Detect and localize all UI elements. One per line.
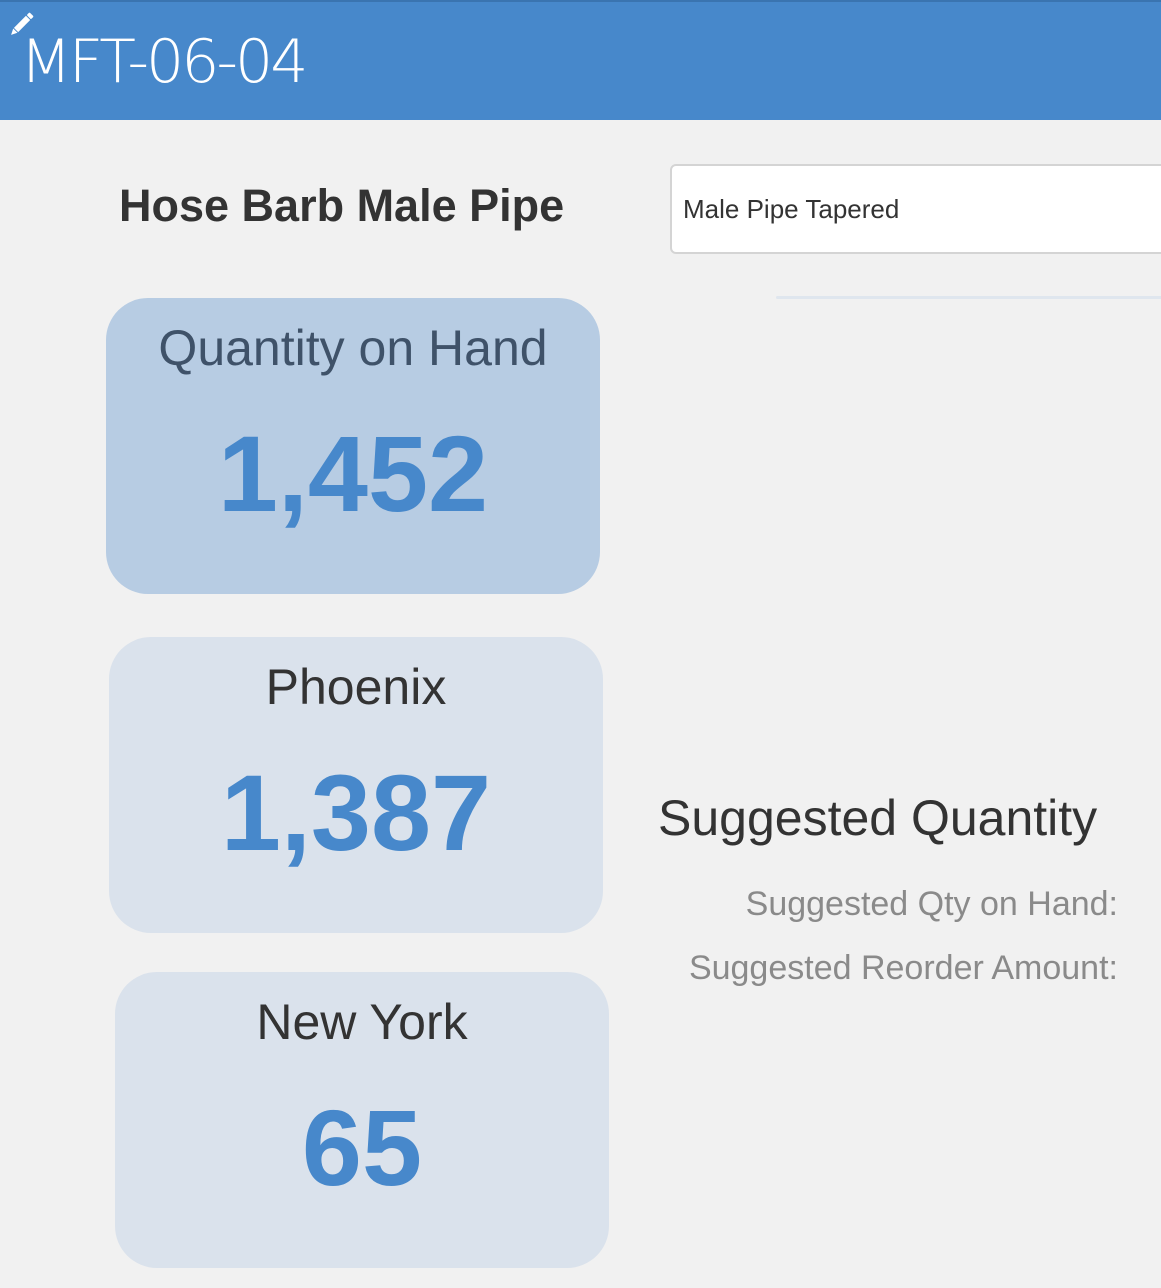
tile-label: Phoenix — [265, 659, 447, 715]
tile-value: 1,387 — [220, 752, 492, 873]
record-title[interactable]: MFT-06-04 — [20, 24, 308, 100]
tile-label: Quantity on Hand — [158, 320, 548, 376]
header-bar: MFT-06-04 — [0, 0, 1161, 120]
tile-value: 1,452 — [217, 413, 489, 534]
divider — [776, 296, 1161, 299]
new-york-tile: New York 65 — [115, 972, 609, 1268]
phoenix-tile: Phoenix 1,387 — [109, 637, 603, 933]
tile-label: New York — [256, 994, 468, 1050]
suggested-qty-on-hand-label: Suggested Qty on Hand: — [745, 885, 1118, 923]
quantity-on-hand-tile: Quantity on Hand 1,452 — [106, 298, 600, 594]
product-name: Hose Barb Male Pipe — [119, 180, 565, 231]
description-input[interactable] — [670, 164, 1161, 254]
suggested-quantity-heading: Suggested Quantity — [658, 790, 1098, 846]
suggested-reorder-amount-label: Suggested Reorder Amount: — [688, 949, 1118, 987]
tile-value: 65 — [301, 1087, 423, 1208]
record-page: MFT-06-04 Hose Barb Male Pipe Quantity o… — [0, 0, 1161, 1288]
